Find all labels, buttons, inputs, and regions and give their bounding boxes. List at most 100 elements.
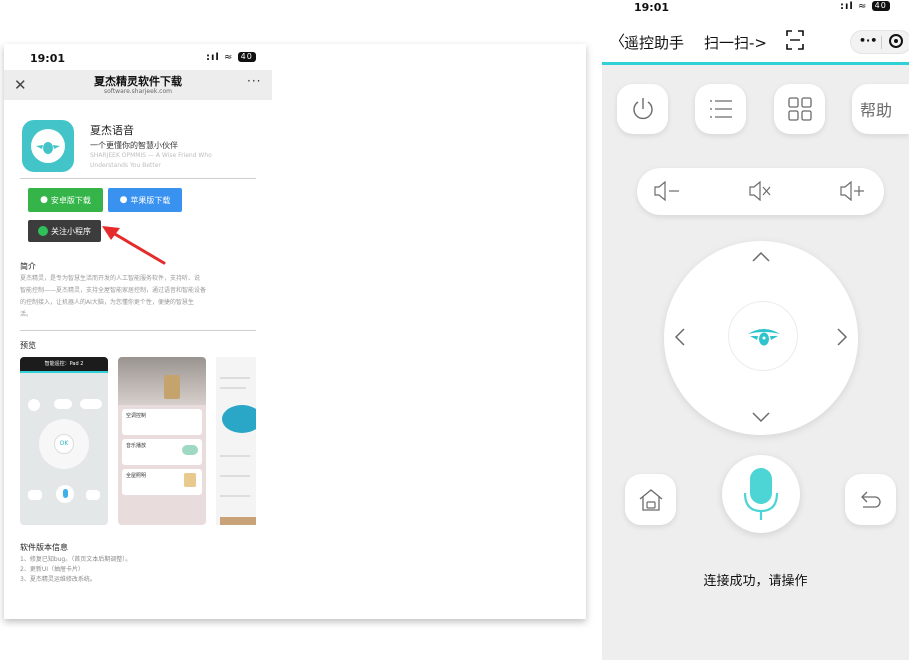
grid-icon [787,97,812,121]
connection-status: 连接成功，请操作 [703,574,808,589]
battery-icon: 40 [237,52,256,62]
status-icons: :ıl ≈ 40 [840,1,890,12]
intro-line: 的控制接入，让机器人的AI大脑，为您懂你更个性，便捷的智慧生 [20,299,194,306]
status-time: 19:01 [30,52,66,65]
more-icon[interactable]: •·• [859,34,877,47]
scan-icon[interactable] [786,30,804,50]
menu-icon [709,100,732,118]
version-line: 3、夏杰精灵运维修改系统。 [20,576,96,583]
microphone-icon [743,468,779,520]
capsule-divider [881,36,882,49]
preview-button [54,399,72,409]
preview-text-line [220,455,250,457]
status-icons: :ıl ≈ 40 [206,52,256,63]
preview-accent-line [20,371,108,373]
phone-screenshot: 19:01 :ıl ≈ 40 ✕ 夏杰精灵软件下载 software.sharj… [4,44,272,619]
page-title: 遥控助手 [624,34,685,52]
follow-mini-program-label: 关注小程序 [51,226,91,236]
menu-button[interactable] [695,84,746,134]
preview-chair [164,375,180,399]
help-label: 帮助 [860,101,893,120]
more-icon[interactable]: ··· [247,74,261,88]
preview-pie-chart [222,405,256,433]
home-icon [639,488,662,511]
apple-download-button[interactable]: ● 苹果版下载 [108,188,182,212]
preview-card-title: 空调控制 [126,413,147,419]
intro-line: 活。 [20,311,33,318]
preview-screenshot-chart[interactable] [216,357,256,525]
battery-icon: 40 [871,1,890,11]
voice-button[interactable] [722,455,800,533]
apple-icon: ● [119,195,128,205]
preview-card-title: 音乐播放 [126,443,147,449]
preview-text-line [220,495,250,497]
scan-label[interactable]: 扫一扫-> [704,32,767,53]
intro-heading: 简介 [20,262,36,271]
preview-power-button [28,399,40,411]
intro-line: 智能控制——夏杰精灵，支持全屋智能家居控制，通过语音和智能设备 [20,287,207,294]
apple-download-label: 苹果版下载 [130,195,171,205]
mini-program-capsule: •·• [850,30,909,54]
power-button[interactable] [617,84,668,134]
preview-mic-icon [63,489,68,498]
volume-down-icon[interactable] [653,181,683,201]
back-button[interactable]: 〈 [610,30,625,51]
signal-icon: :ıl [206,52,220,63]
ok-button[interactable] [728,301,798,371]
preview-title: 智能遥控：Pad 2 [44,361,84,367]
help-button[interactable]: 帮助 [852,84,909,134]
android-download-button[interactable]: ● 安卓版下载 [28,188,103,212]
capsule-dot [894,39,898,43]
grid-button[interactable] [774,84,825,134]
android-download-label: 安卓版下载 [50,195,91,205]
app-logo [22,120,74,172]
return-button[interactable] [845,474,896,525]
volume-bar [637,168,884,215]
follow-mini-program-button[interactable]: 关注小程序 [28,220,101,242]
direction-pad [664,241,858,435]
app-name: 夏杰语音 [90,124,134,137]
arrow-left-icon[interactable] [674,327,686,347]
preview-photo [118,357,206,405]
preview-ok-button: OK [54,434,74,454]
preview-device-image [182,445,198,455]
divider [20,330,256,331]
preview-text-line [220,377,250,379]
version-line: 2、更新UI（抽屉卡片） [20,566,84,573]
preview-card-title: 全屋照明 [126,473,147,479]
volume-up-icon[interactable] [839,181,867,201]
preview-heading: 预览 [20,341,36,350]
android-icon: ● [40,195,48,205]
page-title: 夏杰精灵软件下载 [94,75,182,88]
remote-control-panel: 19:01 :ıl ≈ 40 〈 遥控助手 扫一扫-> •·• 帮助 连接成功，… [602,0,909,660]
mute-icon[interactable] [748,181,774,201]
home-button[interactable] [625,474,676,525]
preview-text-line [220,387,246,389]
intro-line: 夏杰精灵，是专为智慧生活而开发的人工智能服务软件，支持听、说 [20,275,201,282]
arrow-right-icon[interactable] [836,327,848,347]
app-english-line: SHARJEEK OPMMIS — A Wise Friend Who [90,152,212,159]
preview-image [220,517,256,525]
signal-icon: :ıl [840,1,854,12]
app-slogan: 一个更懂你的智慧小伙伴 [90,141,178,150]
arrow-up-icon[interactable] [751,251,771,263]
divider [20,178,256,179]
preview-button [86,490,100,500]
preview-button [80,399,102,409]
return-icon [860,491,881,508]
arrow-down-icon[interactable] [751,411,771,423]
web-page-card: 19:01 :ıl ≈ 40 ✕ 夏杰精灵软件下载 software.sharj… [4,44,586,619]
app-english-line: Understands You Better [90,162,161,169]
status-time: 19:01 [634,1,670,14]
preview-screenshot-scenes[interactable]: 空调控制 音乐播放 全屋照明 [118,357,206,525]
version-heading: 软件版本信息 [20,543,68,552]
wifi-icon: ≈ [224,52,234,63]
preview-screenshot-remote[interactable]: 智能遥控：Pad 2 OK [20,357,108,525]
robot-logo-icon [748,329,780,346]
mini-program-icon [38,226,48,236]
power-icon [632,98,653,120]
page-url: software.sharjeek.com [104,88,172,95]
preview-button [28,490,42,500]
preview-house-image [184,473,196,487]
page-header: ✕ 夏杰精灵软件下载 software.sharjeek.com ··· [4,70,272,100]
